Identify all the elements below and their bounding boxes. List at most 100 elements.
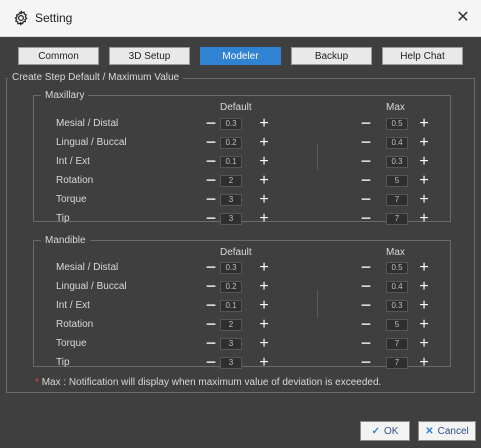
mandible-lingual-buccal-default-plus[interactable]: +: [258, 279, 270, 295]
maxillary-lingual-buccal-max-minus[interactable]: −: [360, 133, 372, 151]
maxillary-lingual-buccal-default-plus[interactable]: +: [258, 135, 270, 151]
maxillary-torque-max-minus[interactable]: −: [360, 190, 372, 208]
mandible-torque-max-minus[interactable]: −: [360, 334, 372, 352]
maxillary-int-ext-default-minus[interactable]: −: [205, 152, 217, 170]
mandible-tip-default-minus[interactable]: −: [205, 353, 217, 371]
cancel-icon: ✕: [425, 426, 434, 437]
maxillary-torque-default-plus[interactable]: +: [258, 192, 270, 208]
mandible-mesial-distal-max-value[interactable]: 0.5: [386, 262, 408, 274]
mandible-int-ext-max-plus[interactable]: +: [418, 298, 430, 314]
mandible-int-ext-max-value[interactable]: 0.3: [386, 300, 408, 312]
mandible-row-label: Mesial / Distal: [56, 262, 119, 273]
maxillary-rotation-max-minus[interactable]: −: [360, 171, 372, 189]
mandible-tip-default-plus[interactable]: +: [258, 355, 270, 371]
maxillary-lingual-buccal-max-plus[interactable]: +: [418, 135, 430, 151]
maxillary-lingual-buccal-default-minus[interactable]: −: [205, 133, 217, 151]
maxillary-int-ext-max-value[interactable]: 0.3: [386, 156, 408, 168]
maxillary-rotation-default-minus[interactable]: −: [205, 171, 217, 189]
tab-backup[interactable]: Backup: [291, 47, 372, 65]
mandible-torque-default-plus[interactable]: +: [258, 336, 270, 352]
mandible-torque-max-value[interactable]: 7: [386, 338, 408, 350]
max-notification-note: * Max : Notification will display when m…: [35, 377, 381, 388]
maxillary-tip-default-plus[interactable]: +: [258, 211, 270, 227]
tab-bar: Common 3D Setup Modeler Backup Help Chat: [18, 47, 466, 67]
mandible-rotation-default-value[interactable]: 2: [220, 319, 242, 331]
mandible-rotation-default-plus[interactable]: +: [258, 317, 270, 333]
mandible-int-ext-default-plus[interactable]: +: [258, 298, 270, 314]
mandible-lingual-buccal-max-minus[interactable]: −: [360, 277, 372, 295]
maxillary-mesial-distal-default-value[interactable]: 0.3: [220, 118, 242, 130]
mandible-mesial-distal-default-plus[interactable]: +: [258, 260, 270, 276]
mandible-divider: [317, 290, 318, 318]
mandible-lingual-buccal-default-value[interactable]: 0.2: [220, 281, 242, 293]
settings-window: Setting ✕ Common 3D Setup Modeler Backup…: [0, 0, 481, 448]
gear-icon: [14, 10, 28, 26]
maxillary-torque-max-value[interactable]: 7: [386, 194, 408, 206]
ok-label: OK: [383, 426, 399, 437]
maxillary-torque-default-value[interactable]: 3: [220, 194, 242, 206]
mandible-mesial-distal-default-value[interactable]: 0.3: [220, 262, 242, 274]
note-text: Max : Notification will display when max…: [41, 377, 382, 388]
maxillary-mesial-distal-default-minus[interactable]: −: [205, 114, 217, 132]
close-button[interactable]: ✕: [453, 8, 473, 28]
title-bar: Setting ✕: [0, 0, 481, 37]
close-icon: ✕: [456, 9, 470, 26]
maxillary-row-label: Lingual / Buccal: [56, 137, 127, 148]
maxillary-int-ext-max-minus[interactable]: −: [360, 152, 372, 170]
maxillary-mesial-distal-default-plus[interactable]: +: [258, 116, 270, 132]
maxillary-max-header: Max: [386, 102, 405, 113]
maxillary-lingual-buccal-max-value[interactable]: 0.4: [386, 137, 408, 149]
mandible-rotation-max-plus[interactable]: +: [418, 317, 430, 333]
maxillary-torque-default-minus[interactable]: −: [205, 190, 217, 208]
maxillary-mesial-distal-max-plus[interactable]: +: [418, 116, 430, 132]
cancel-button[interactable]: ✕ Cancel: [418, 421, 476, 441]
mandible-torque-default-minus[interactable]: −: [205, 334, 217, 352]
maxillary-rotation-default-value[interactable]: 2: [220, 175, 242, 187]
mandible-lingual-buccal-default-minus[interactable]: −: [205, 277, 217, 295]
tab-common[interactable]: Common: [18, 47, 99, 65]
maxillary-mesial-distal-max-value[interactable]: 0.5: [386, 118, 408, 130]
tab-3d-setup[interactable]: 3D Setup: [109, 47, 190, 65]
mandible-rotation-default-minus[interactable]: −: [205, 315, 217, 333]
mandible-tip-max-minus[interactable]: −: [360, 353, 372, 371]
mandible-torque-default-value[interactable]: 3: [220, 338, 242, 350]
maxillary-row-label: Torque: [56, 194, 87, 205]
maxillary-tip-max-minus[interactable]: −: [360, 209, 372, 227]
mandible-int-ext-default-minus[interactable]: −: [205, 296, 217, 314]
mandible-rotation-max-value[interactable]: 5: [386, 319, 408, 331]
maxillary-tip-max-value[interactable]: 7: [386, 213, 408, 225]
mandible-int-ext-max-minus[interactable]: −: [360, 296, 372, 314]
mandible-int-ext-default-value[interactable]: 0.1: [220, 300, 242, 312]
mandible-torque-max-plus[interactable]: +: [418, 336, 430, 352]
maxillary-row-label: Rotation: [56, 175, 94, 186]
maxillary-rotation-default-plus[interactable]: +: [258, 173, 270, 189]
maxillary-tip-default-minus[interactable]: −: [205, 209, 217, 227]
maxillary-row-label: Int / Ext: [56, 156, 90, 167]
ok-button[interactable]: ✓ OK: [360, 421, 410, 441]
maxillary-tip-max-plus[interactable]: +: [418, 211, 430, 227]
maxillary-int-ext-default-value[interactable]: 0.1: [220, 156, 242, 168]
mandible-tip-max-value[interactable]: 7: [386, 357, 408, 369]
mandible-row-label: Lingual / Buccal: [56, 281, 127, 292]
maxillary-divider: [317, 143, 318, 170]
maxillary-tip-default-value[interactable]: 3: [220, 213, 242, 225]
mandible-mesial-distal-max-minus[interactable]: −: [360, 258, 372, 276]
mandible-max-header: Max: [386, 247, 405, 258]
maxillary-mesial-distal-max-minus[interactable]: −: [360, 114, 372, 132]
mandible-tip-default-value[interactable]: 3: [220, 357, 242, 369]
mandible-lingual-buccal-max-value[interactable]: 0.4: [386, 281, 408, 293]
maxillary-int-ext-default-plus[interactable]: +: [258, 154, 270, 170]
maxillary-rotation-max-value[interactable]: 5: [386, 175, 408, 187]
maxillary-torque-max-plus[interactable]: +: [418, 192, 430, 208]
mandible-mesial-distal-max-plus[interactable]: +: [418, 260, 430, 276]
mandible-rotation-max-minus[interactable]: −: [360, 315, 372, 333]
mandible-tip-max-plus[interactable]: +: [418, 355, 430, 371]
mandible-lingual-buccal-max-plus[interactable]: +: [418, 279, 430, 295]
tab-help-chat[interactable]: Help Chat: [382, 47, 463, 65]
maxillary-int-ext-max-plus[interactable]: +: [418, 154, 430, 170]
mandible-mesial-distal-default-minus[interactable]: −: [205, 258, 217, 276]
tab-modeler[interactable]: Modeler: [200, 47, 281, 65]
maxillary-rotation-max-plus[interactable]: +: [418, 173, 430, 189]
cancel-label: Cancel: [437, 426, 469, 437]
maxillary-lingual-buccal-default-value[interactable]: 0.2: [220, 137, 242, 149]
